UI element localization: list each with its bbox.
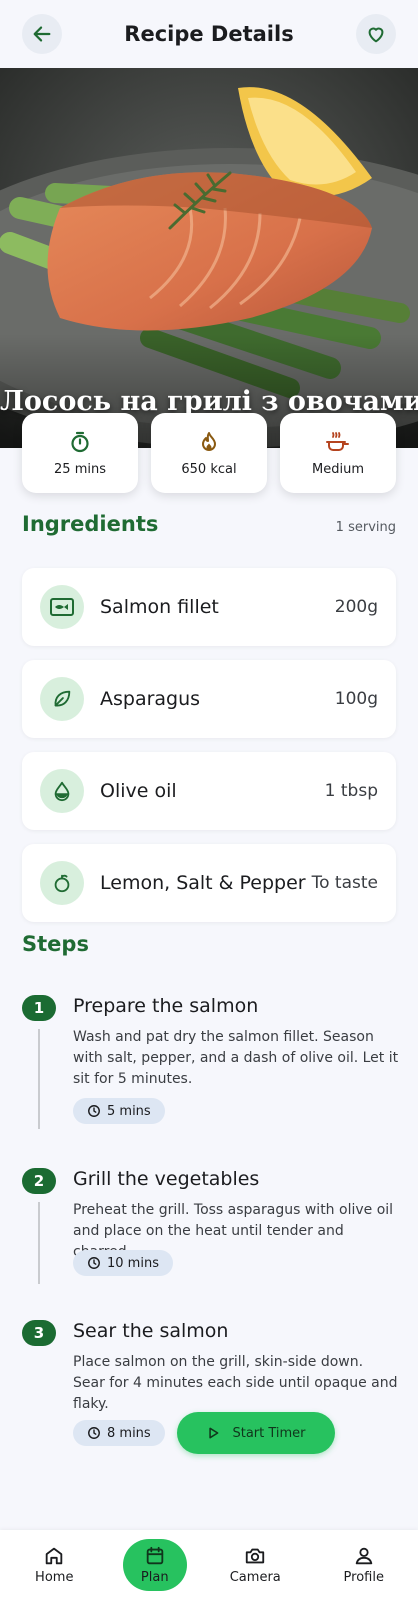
step-duration-chip: 10 mins bbox=[73, 1250, 173, 1276]
servings-label: 1 serving bbox=[335, 520, 396, 535]
nav-camera-label: Camera bbox=[229, 1570, 281, 1585]
clock-icon bbox=[88, 1105, 100, 1117]
heart-outline-icon bbox=[368, 27, 384, 43]
recipe-hero-image: Лосось на грилі з овочами bbox=[0, 68, 418, 448]
ingredient-quantity: 100g bbox=[334, 689, 378, 709]
ingredient-name: Lemon, Salt & Pepper bbox=[100, 872, 306, 894]
recipe-stats: 25 mins 650 kcal Medium bbox=[22, 413, 396, 493]
timer-icon bbox=[71, 431, 89, 452]
play-icon bbox=[209, 1427, 219, 1439]
stat-calories: 650 kcal bbox=[151, 413, 267, 493]
ingredient-name: Asparagus bbox=[100, 688, 201, 710]
fish-icon bbox=[50, 598, 74, 616]
person-icon bbox=[355, 1547, 372, 1565]
nav-camera[interactable]: Camera bbox=[215, 1545, 295, 1585]
step-number: 3 bbox=[22, 1320, 56, 1346]
pot-icon bbox=[326, 431, 349, 451]
ingredient-quantity: 200g bbox=[334, 597, 378, 617]
calendar-icon bbox=[146, 1546, 163, 1565]
top-app-bar: Recipe Details bbox=[0, 0, 418, 68]
stat-calories-label: 650 kcal bbox=[181, 461, 237, 477]
step-title: Grill the vegetables bbox=[73, 1168, 260, 1190]
nav-home-label: Home bbox=[35, 1570, 74, 1585]
ingredients-header: Ingredients 1 serving bbox=[22, 512, 396, 536]
nav-plan[interactable]: Plan bbox=[122, 1539, 187, 1591]
step-number: 1 bbox=[22, 995, 56, 1021]
favorite-button[interactable] bbox=[356, 14, 396, 54]
ingredient-item[interactable]: Lemon, Salt & Pepper To taste bbox=[22, 844, 396, 922]
camera-icon bbox=[246, 1548, 265, 1564]
leaf-icon bbox=[54, 690, 71, 707]
steps-header: Steps bbox=[22, 932, 396, 956]
step-title: Sear the salmon bbox=[73, 1320, 229, 1342]
ingredient-quantity: 1 tbsp bbox=[324, 781, 378, 801]
nav-profile[interactable]: Profile bbox=[324, 1545, 404, 1585]
ingredients-title: Ingredients bbox=[22, 512, 159, 536]
flame-icon bbox=[202, 431, 216, 451]
start-timer-button[interactable]: Start Timer bbox=[177, 1412, 335, 1454]
ingredient-item[interactable]: Olive oil 1 tbsp bbox=[22, 752, 396, 830]
home-icon bbox=[46, 1547, 63, 1565]
oil-drop-icon bbox=[54, 781, 70, 802]
ingredient-item[interactable]: Salmon fillet 200g bbox=[22, 568, 396, 646]
step-number: 2 bbox=[22, 1168, 56, 1194]
arrow-left-icon bbox=[33, 26, 51, 42]
step-duration-chip: 5 mins bbox=[73, 1098, 165, 1124]
step-duration: 8 mins bbox=[107, 1425, 151, 1441]
nav-profile-label: Profile bbox=[343, 1570, 384, 1585]
stat-time: 25 mins bbox=[22, 413, 138, 493]
step-description: Place salmon on the grill, skin-side dow… bbox=[73, 1354, 398, 1412]
ingredient-name: Salmon fillet bbox=[100, 596, 219, 618]
clock-icon bbox=[88, 1257, 100, 1269]
ingredients-list: Salmon fillet 200g Asparagus 100g Olive … bbox=[22, 568, 396, 936]
nav-home[interactable]: Home bbox=[14, 1545, 94, 1585]
page-title: Recipe Details bbox=[124, 22, 294, 46]
step-title: Prepare the salmon bbox=[73, 995, 259, 1017]
ingredient-name: Olive oil bbox=[100, 780, 177, 802]
step-duration: 10 mins bbox=[107, 1255, 159, 1271]
back-button[interactable] bbox=[22, 14, 62, 54]
step-duration-chip: 8 mins bbox=[73, 1420, 165, 1446]
step-duration: 5 mins bbox=[107, 1103, 151, 1119]
bottom-navigation: Home Plan Camera Profile bbox=[0, 1530, 418, 1600]
clock-icon bbox=[88, 1427, 100, 1439]
stat-time-label: 25 mins bbox=[54, 461, 106, 477]
step-connector bbox=[38, 1029, 40, 1129]
stat-difficulty: Medium bbox=[280, 413, 396, 493]
ingredient-item[interactable]: Asparagus 100g bbox=[22, 660, 396, 738]
ingredient-quantity: To taste bbox=[311, 873, 378, 893]
start-timer-label: Start Timer bbox=[232, 1425, 306, 1441]
step-connector bbox=[38, 1202, 40, 1284]
step-description: Wash and pat dry the salmon fillet. Seas… bbox=[73, 1029, 399, 1087]
steps-title: Steps bbox=[22, 932, 89, 956]
lemon-icon bbox=[54, 874, 70, 893]
stat-difficulty-label: Medium bbox=[312, 461, 364, 477]
nav-plan-label: Plan bbox=[140, 1570, 169, 1585]
